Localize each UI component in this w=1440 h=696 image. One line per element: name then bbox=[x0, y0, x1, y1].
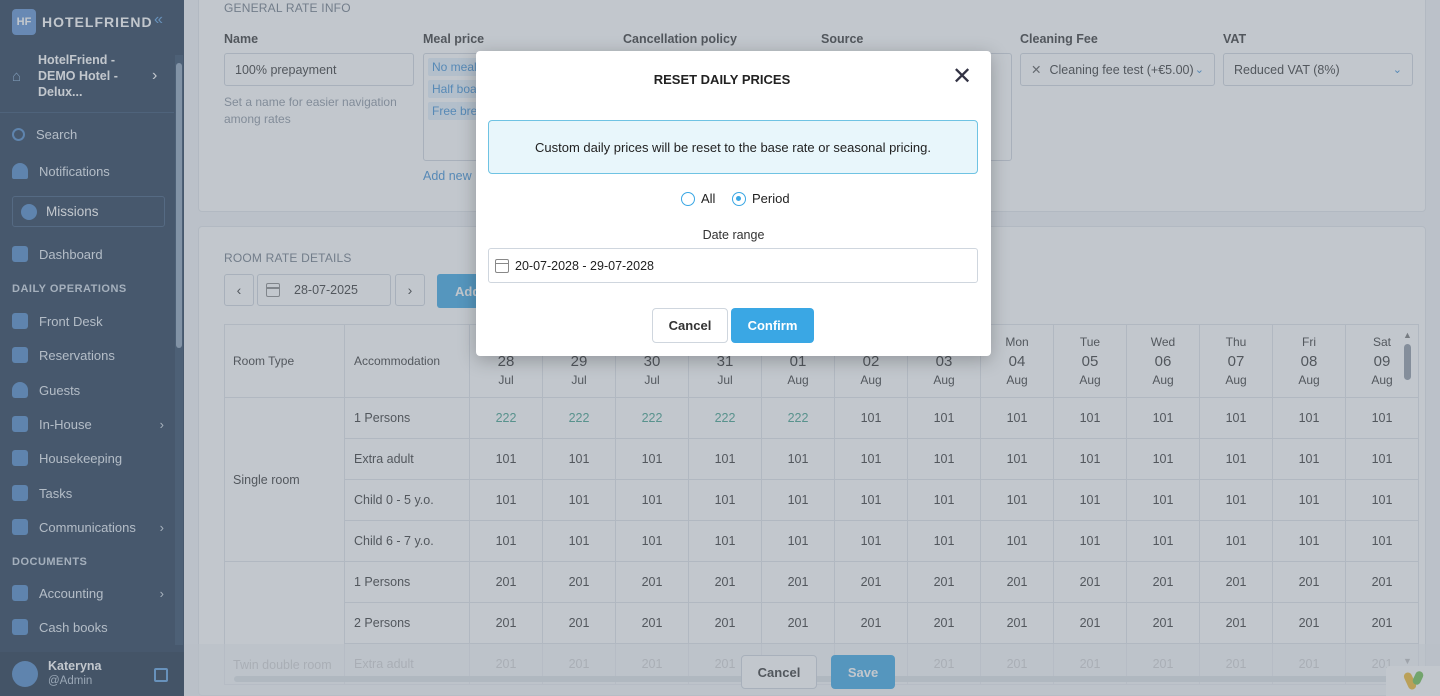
radio-circle[interactable] bbox=[732, 191, 746, 206]
radio-all[interactable]: All bbox=[681, 191, 715, 206]
date-range-value: 20-07-2028 - 29-07-2028 bbox=[515, 258, 654, 273]
calendar-icon bbox=[495, 258, 509, 273]
modal-title: RESET DAILY PRICES bbox=[653, 72, 791, 87]
confirm-button[interactable]: Confirm bbox=[731, 308, 814, 343]
radio-period[interactable]: Period bbox=[732, 191, 790, 206]
modal-cancel-button[interactable]: Cancel bbox=[652, 308, 728, 343]
date-range-input[interactable]: 20-07-2028 - 29-07-2028 bbox=[488, 248, 978, 283]
close-icon[interactable]: ✕ bbox=[952, 65, 972, 89]
reset-daily-prices-modal: RESET DAILY PRICES ✕ Custom daily prices… bbox=[476, 51, 991, 356]
date-range-label: Date range bbox=[702, 228, 765, 242]
info-message: Custom daily prices will be reset to the… bbox=[488, 120, 978, 174]
radio-label: All bbox=[701, 191, 716, 206]
radio-circle[interactable] bbox=[681, 191, 695, 206]
radio-label: Period bbox=[752, 191, 790, 206]
